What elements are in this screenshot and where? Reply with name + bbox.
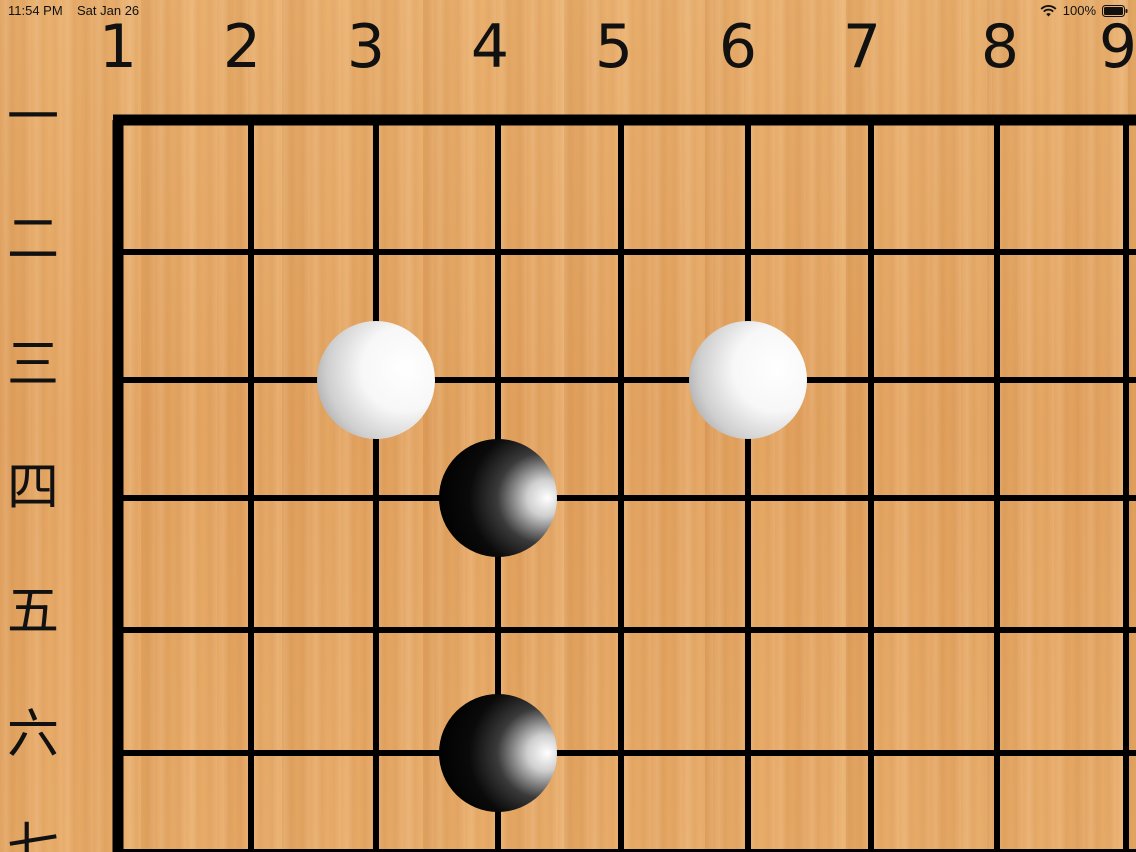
stones-layer (317, 321, 807, 812)
white-stone[interactable] (689, 321, 807, 439)
black-stone[interactable] (439, 694, 557, 812)
board-grid (112, 114, 1136, 852)
go-board[interactable] (0, 0, 1136, 852)
white-stone[interactable] (317, 321, 435, 439)
black-stone[interactable] (439, 439, 557, 557)
